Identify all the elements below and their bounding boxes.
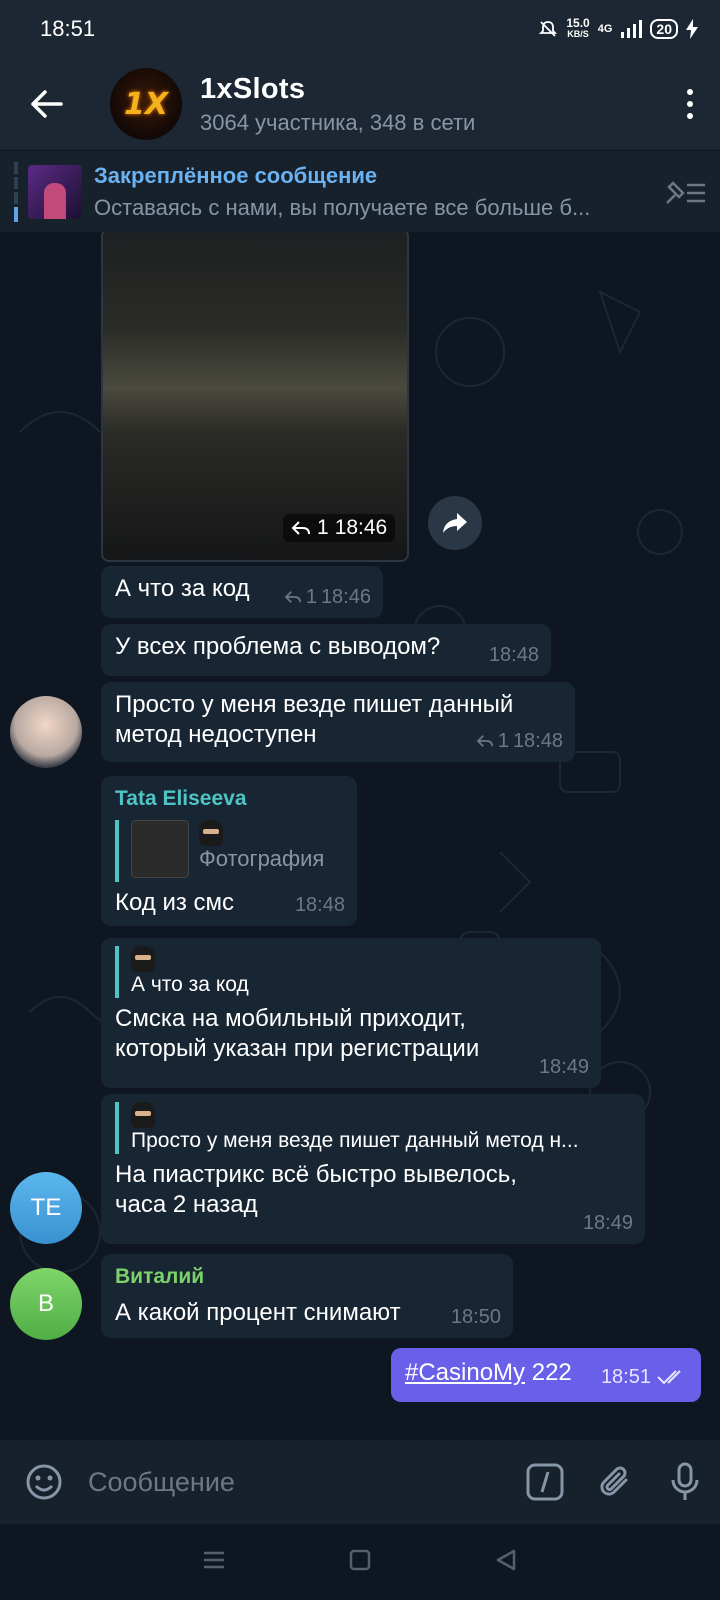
reply-quote[interactable]: Просто у меня везде пишет данный метод н…: [115, 1102, 631, 1155]
back-button[interactable]: [0, 58, 94, 150]
message-text: Код из смс: [115, 889, 235, 916]
signal-icon: [621, 20, 643, 38]
network-type: 4G: [597, 23, 613, 35]
channel-logo: 1X: [123, 86, 168, 122]
message-bubble[interactable]: Tata Eliseeva Фотография Код из смс 18:4…: [101, 776, 357, 926]
reply-text: А что за код: [131, 973, 249, 997]
reply-arrow-icon: [291, 521, 310, 535]
reply-label: Фотография: [199, 846, 325, 872]
own-message-bubble[interactable]: #CasinoMy 222 18:51: [391, 1348, 701, 1402]
voice-message-button[interactable]: [650, 1462, 720, 1502]
message-meta: 1 18:48: [476, 726, 563, 756]
ninja-avatar-icon: [199, 820, 223, 847]
arrow-left-icon: [31, 90, 63, 118]
system-nav-bar: [0, 1524, 720, 1600]
media-time: 18:46: [334, 516, 388, 539]
chat-title: 1xSlots: [200, 72, 306, 105]
paperclip-icon: [600, 1466, 628, 1496]
message-meta: 18:49: [582, 1212, 633, 1234]
message-input[interactable]: Сообщение: [88, 1467, 510, 1498]
ninja-avatar-icon: [131, 1102, 155, 1129]
channel-avatar[interactable]: 1X: [110, 68, 182, 140]
system-back-button[interactable]: [494, 1548, 518, 1577]
message-text: А что за код: [115, 575, 250, 602]
more-options-button[interactable]: [660, 89, 720, 119]
message-meta: 18:48: [294, 894, 345, 916]
unpin-button[interactable]: [650, 177, 720, 207]
message-bubble[interactable]: А что за код Смска на мобильный приходит…: [101, 938, 601, 1088]
square-icon: [349, 1549, 371, 1570]
message-text: Смска на мобильный приходит, который ука…: [115, 1005, 480, 1063]
reply-quote[interactable]: Фотография: [115, 820, 343, 882]
hashtag-link[interactable]: #CasinoMy: [405, 1359, 525, 1386]
message-meta: 18:50: [450, 1306, 501, 1328]
chat-title-block[interactable]: 1xSlots 3064 участника, 348 в сети: [200, 73, 660, 136]
menu-lines-icon: [203, 1551, 224, 1568]
home-button[interactable]: [349, 1549, 371, 1576]
triangle-back-icon: [497, 1549, 516, 1570]
message-meta: 18:49: [538, 1056, 589, 1078]
media-message[interactable]: 1 18:46: [101, 232, 409, 562]
smile-icon: [26, 1464, 62, 1500]
reply-arrow-icon: [476, 735, 493, 747]
message-bubble[interactable]: Виталий А какой процент снимают 18:50: [101, 1254, 513, 1338]
ninja-avatar-icon: [131, 946, 155, 973]
message-text: 222: [525, 1359, 572, 1386]
recent-apps-button[interactable]: [202, 1550, 226, 1575]
battery-indicator: 20: [650, 19, 678, 39]
message-text: А какой процент снимают: [115, 1299, 401, 1326]
status-icons: 15.0 KB/S 4G 20: [538, 16, 698, 40]
message-bubble[interactable]: Просто у меня везде пишет данный метод н…: [101, 682, 575, 762]
pinned-thumbnail: [28, 164, 82, 219]
reply-arrow-icon: [284, 591, 301, 603]
network-speed: 15.0 KB/S: [566, 16, 590, 39]
media-replies: 1: [317, 516, 329, 539]
message-meta: 1 18:46: [284, 582, 371, 612]
message-bubble[interactable]: У всех проблема с выводом? 18:48: [101, 624, 551, 676]
chat-header: 1X 1xSlots 3064 участника, 348 в сети: [0, 58, 720, 150]
user-avatar-te[interactable]: TE: [10, 1172, 82, 1244]
bot-commands-button[interactable]: [510, 1463, 580, 1501]
message-meta: 18:48: [488, 644, 539, 666]
message-text: У всех проблема с выводом?: [115, 633, 441, 660]
forward-button[interactable]: [428, 496, 482, 550]
message-bubble[interactable]: Просто у меня везде пишет данный метод н…: [101, 1094, 645, 1244]
message-input-bar: Сообщение: [0, 1440, 720, 1524]
sender-name[interactable]: Tata Eliseeva: [115, 784, 343, 814]
share-arrow-icon: [443, 513, 467, 533]
mute-bell-icon: [539, 21, 558, 37]
slash-command-icon: [526, 1463, 564, 1501]
pinned-text: Оставаясь с нами, вы получаете все больш…: [94, 194, 591, 220]
charging-icon: [686, 19, 698, 39]
chat-area[interactable]: 1 18:46 А что за код 1 18:46 У всех пробл…: [0, 232, 720, 1440]
status-time: 18:51: [40, 16, 96, 41]
chat-subtitle: 3064 участника, 348 в сети: [200, 109, 476, 135]
media-meta: 1 18:46: [283, 514, 396, 542]
reply-quote[interactable]: А что за код: [115, 946, 587, 999]
pinned-message-bar[interactable]: Закреплённое сообщение Оставаясь с нами,…: [0, 150, 720, 232]
microphone-icon: [671, 1462, 699, 1500]
message-meta: 18:51: [601, 1360, 687, 1394]
reply-text: Просто у меня везде пишет данный метод н…: [131, 1129, 579, 1153]
user-avatar-photo[interactable]: [10, 696, 82, 768]
double-check-icon: [657, 1370, 681, 1385]
pinned-indicator: [14, 161, 18, 222]
pin-list-icon: [666, 180, 705, 204]
user-avatar-v[interactable]: В: [10, 1268, 82, 1340]
message-bubble[interactable]: А что за код 1 18:46: [101, 566, 383, 618]
reply-thumbnail: [131, 820, 189, 878]
attach-button[interactable]: [580, 1463, 650, 1501]
emoji-button[interactable]: [14, 1463, 74, 1501]
sender-name[interactable]: Виталий: [115, 1262, 499, 1292]
pinned-title: Закреплённое сообщение: [94, 162, 378, 188]
status-bar: 18:51 15.0 KB/S 4G 20: [0, 0, 720, 58]
message-text: На пиастрикс всё быстро вывелось, часа 2…: [115, 1161, 517, 1219]
